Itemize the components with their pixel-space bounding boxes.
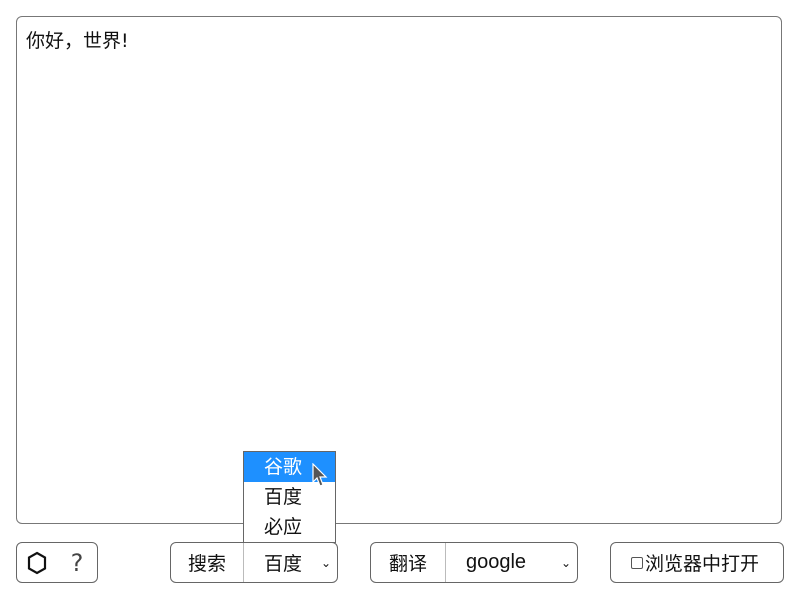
translate-engine-value: google bbox=[466, 551, 527, 573]
chevron-down-icon: ⌄ bbox=[560, 555, 571, 570]
search-engine-select[interactable]: 百度 ⌄ bbox=[244, 543, 337, 582]
search-option-bing[interactable]: 必应 bbox=[244, 512, 335, 542]
help-icon[interactable]: ? bbox=[57, 543, 97, 582]
chevron-down-icon: ⌄ bbox=[320, 555, 331, 570]
browser-open-checkbox[interactable] bbox=[631, 556, 643, 569]
search-engine-dropdown: 谷歌 百度 必应 bbox=[243, 451, 336, 543]
browser-open-group: 浏览器中打开 bbox=[610, 542, 784, 583]
translate-label: 翻译 bbox=[371, 543, 446, 582]
search-group: 搜索 百度 ⌄ bbox=[170, 542, 338, 583]
search-engine-value: 百度 bbox=[264, 553, 303, 575]
search-option-baidu[interactable]: 百度 bbox=[244, 482, 335, 512]
app-window: 你好，世界! ? 搜索 百度 ⌄ 翻译 google ⌄ 浏览器中打开 谷歌 百… bbox=[0, 0, 800, 600]
icon-group: ? bbox=[16, 542, 98, 583]
translate-engine-select[interactable]: google ⌄ bbox=[446, 543, 577, 582]
editor-text: 你好，世界! bbox=[26, 30, 129, 52]
text-editor[interactable]: 你好，世界! bbox=[16, 16, 782, 524]
search-label: 搜索 bbox=[171, 543, 244, 582]
browser-open-toggle[interactable]: 浏览器中打开 bbox=[631, 543, 759, 582]
browser-open-label: 浏览器中打开 bbox=[645, 553, 760, 575]
translate-group: 翻译 google ⌄ bbox=[370, 542, 578, 583]
search-option-google[interactable]: 谷歌 bbox=[244, 452, 335, 482]
hexagon-icon[interactable] bbox=[17, 543, 57, 582]
